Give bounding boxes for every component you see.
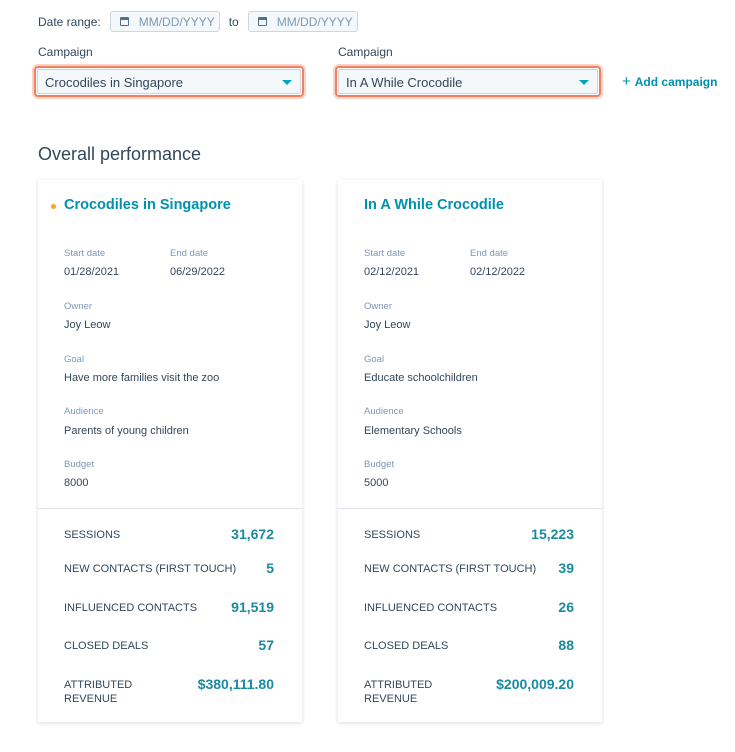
closed-deals-label: CLOSED DEALS bbox=[64, 640, 149, 652]
start-date-label: Start date bbox=[64, 248, 106, 259]
end-date-input[interactable]: MM/DD/YYYY bbox=[247, 11, 358, 32]
new-contacts-label: NEW CONTACTS (FIRST TOUCH) bbox=[364, 563, 537, 575]
attributed-revenue-label-line1: ATTRIBUTED bbox=[64, 679, 133, 691]
influenced-contacts-label: INFLUENCED CONTACTS bbox=[364, 602, 498, 614]
date-range-label: Date range: bbox=[38, 14, 101, 29]
end-date-label: End date bbox=[470, 248, 509, 259]
calendar-icon bbox=[119, 17, 129, 26]
goal-value: Educate schoolchildren bbox=[364, 372, 478, 384]
campaign-select-label-2: Campaign bbox=[338, 45, 393, 59]
new-contacts-value: 39 bbox=[558, 560, 574, 576]
campaign-select-1[interactable]: Crocodiles in Singapore bbox=[34, 66, 304, 97]
start-date-value: 01/28/2021 bbox=[64, 266, 120, 278]
owner-label: Owner bbox=[64, 301, 92, 312]
attributed-revenue-value: $200,009.20 bbox=[496, 676, 574, 692]
end-date-label: End date bbox=[170, 248, 209, 259]
end-date-value: 06/29/2022 bbox=[170, 266, 226, 278]
campaign-select-label-1: Campaign bbox=[38, 45, 93, 59]
caret-down-icon bbox=[282, 80, 292, 85]
start-date-input[interactable]: MM/DD/YYYY bbox=[109, 11, 220, 32]
sessions-value: 15,223 bbox=[531, 526, 574, 542]
divider bbox=[338, 508, 602, 509]
attributed-revenue-value: $380,111.80 bbox=[197, 676, 274, 692]
plus-icon: + bbox=[622, 73, 631, 90]
attributed-revenue-label-line2: REVENUE bbox=[364, 693, 418, 705]
campaign-card-2: In A While Crocodile Start date 02/12/20… bbox=[338, 180, 602, 722]
section-title: Overall performance bbox=[38, 144, 202, 164]
start-date-placeholder: MM/DD/YYYY bbox=[138, 14, 215, 29]
closed-deals-label: CLOSED DEALS bbox=[364, 640, 449, 652]
goal-label: Goal bbox=[364, 354, 385, 365]
campaign-card-title: In A While Crocodile bbox=[364, 197, 504, 213]
goal-value: Have more families visit the zoo bbox=[64, 372, 220, 384]
audience-label: Audience bbox=[364, 406, 404, 417]
campaign-card-1: Crocodiles in Singapore Start date 01/28… bbox=[38, 180, 302, 722]
goal-label: Goal bbox=[64, 354, 85, 365]
date-range: Date range: MM/DD/YYYY to MM/DD/YYYY bbox=[38, 11, 358, 32]
date-range-separator: to bbox=[228, 14, 239, 29]
influenced-contacts-label: INFLUENCED CONTACTS bbox=[64, 602, 198, 614]
owner-label: Owner bbox=[364, 301, 392, 312]
add-campaign-button[interactable]: + Add campaign bbox=[622, 73, 717, 90]
closed-deals-value: 57 bbox=[258, 637, 274, 653]
calendar-icon bbox=[257, 17, 267, 26]
campaign-select-value-1: Crocodiles in Singapore bbox=[45, 75, 184, 90]
campaign-card-title-link[interactable]: Crocodiles in Singapore bbox=[51, 197, 231, 213]
campaign-select-2[interactable]: In A While Crocodile bbox=[335, 66, 601, 97]
new-contacts-label: NEW CONTACTS (FIRST TOUCH) bbox=[64, 563, 237, 575]
sessions-label: SESSIONS bbox=[364, 529, 421, 541]
campaign-card-title: Crocodiles in Singapore bbox=[64, 197, 231, 213]
start-date-label: Start date bbox=[364, 248, 406, 259]
budget-value: 5000 bbox=[364, 477, 389, 489]
sessions-label: SESSIONS bbox=[64, 529, 121, 541]
audience-value: Parents of young children bbox=[64, 425, 189, 437]
caret-down-icon bbox=[579, 80, 589, 85]
end-date-value: 02/12/2022 bbox=[470, 266, 526, 278]
start-date-value: 02/12/2021 bbox=[364, 266, 420, 278]
influenced-contacts-value: 26 bbox=[558, 599, 574, 615]
sessions-value: 31,672 bbox=[231, 526, 274, 542]
budget-label: Budget bbox=[364, 459, 395, 470]
new-contacts-value: 5 bbox=[266, 560, 274, 576]
attributed-revenue-label: ATTRIBUTED REVENUE bbox=[364, 678, 432, 706]
budget-value: 8000 bbox=[64, 477, 89, 489]
influenced-contacts-value: 91,519 bbox=[231, 599, 274, 615]
campaign-select-value-2: In A While Crocodile bbox=[346, 75, 463, 90]
end-date-placeholder: MM/DD/YYYY bbox=[276, 14, 353, 29]
owner-value: Joy Leow bbox=[64, 319, 111, 331]
add-campaign-label: Add campaign bbox=[634, 75, 718, 89]
attributed-revenue-label-line1: ATTRIBUTED bbox=[364, 679, 433, 691]
owner-value: Joy Leow bbox=[364, 319, 411, 331]
budget-label: Budget bbox=[64, 459, 95, 470]
attributed-revenue-label: ATTRIBUTED REVENUE bbox=[64, 678, 132, 706]
closed-deals-value: 88 bbox=[558, 637, 574, 653]
status-dot-icon bbox=[51, 204, 56, 209]
attributed-revenue-label-line2: REVENUE bbox=[64, 693, 118, 705]
campaign-card-title-link[interactable]: In A While Crocodile bbox=[364, 197, 504, 213]
divider bbox=[38, 508, 302, 509]
audience-value: Elementary Schools bbox=[364, 425, 462, 437]
audience-label: Audience bbox=[64, 406, 104, 417]
